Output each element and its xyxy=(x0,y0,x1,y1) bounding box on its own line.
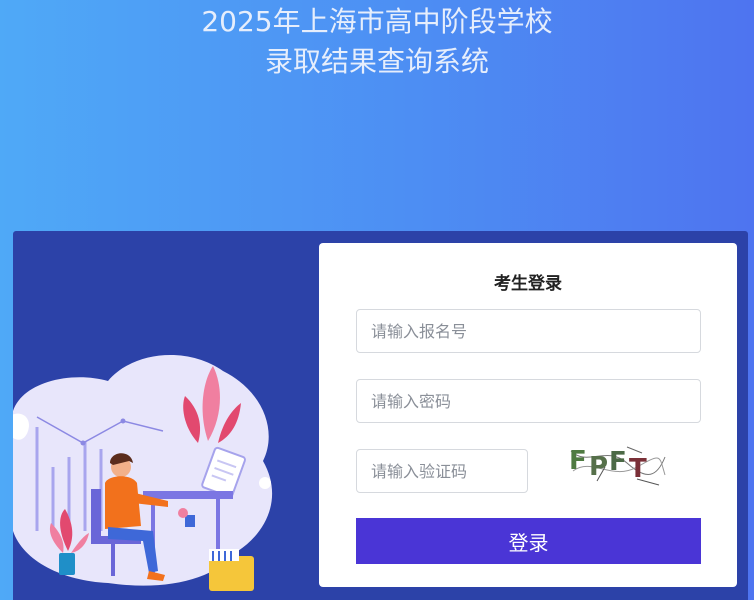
login-card: 考生登录 F P F T 登录 xyxy=(319,243,737,587)
login-button[interactable]: 登录 xyxy=(356,518,701,564)
page-title: 2025年上海市高中阶段学校 录取结果查询系统 xyxy=(0,2,754,82)
captcha-char: P xyxy=(589,452,608,482)
username-input[interactable] xyxy=(356,309,701,353)
captcha-char: F xyxy=(569,446,587,476)
captcha-input[interactable] xyxy=(356,449,528,493)
login-title: 考生登录 xyxy=(494,274,562,294)
captcha-char: F xyxy=(609,447,627,477)
password-input[interactable] xyxy=(356,379,701,423)
captcha-char: T xyxy=(629,454,647,484)
page-title-line1: 2025年上海市高中阶段学校 xyxy=(201,5,553,38)
captcha-text: F P F T xyxy=(569,446,647,484)
captcha-image[interactable]: F P F T xyxy=(567,437,667,489)
person-at-desk-illustration xyxy=(13,354,273,591)
page-title-line2: 录取结果查询系统 xyxy=(264,45,489,78)
